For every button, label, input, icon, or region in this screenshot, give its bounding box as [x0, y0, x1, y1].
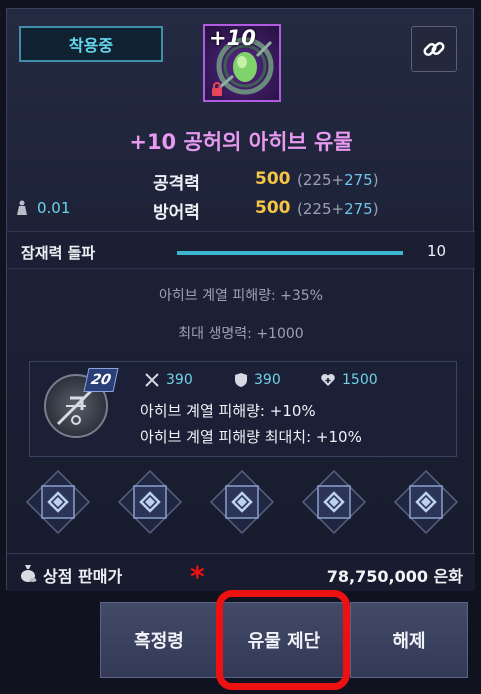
- rune-slot-icon: [393, 469, 459, 535]
- defense-detail: (225+275): [297, 200, 379, 218]
- potential-bar: [177, 251, 403, 255]
- rune-slot[interactable]: [209, 469, 275, 535]
- lock-icon: [212, 82, 222, 96]
- skill-defense-stat: 390: [234, 372, 281, 388]
- defense-value: 500: [255, 198, 291, 218]
- black-spirit-button[interactable]: 흑정령: [100, 602, 218, 678]
- skill-defense-value: 390: [254, 372, 281, 388]
- rune-slot-icon: [301, 469, 367, 535]
- shop-price-row: 상점 판매가 78,750,000 은화: [7, 553, 475, 591]
- skill-attack-value: 390: [166, 372, 193, 388]
- skill-attack-stat: 390: [144, 372, 193, 388]
- attack-label: 공격력: [153, 174, 200, 194]
- red-highlight-circle: [216, 590, 350, 690]
- red-asterisk-mark: *: [190, 560, 205, 593]
- skill-effect-line-2: 아히브 계열 피해량 최대치: +10%: [140, 428, 362, 446]
- potential-value: 10: [427, 242, 447, 260]
- link-button[interactable]: [411, 26, 457, 72]
- potential-bar-fill: [177, 251, 403, 255]
- shop-price-label: 상점 판매가: [43, 567, 123, 586]
- rune-slot[interactable]: [393, 469, 459, 535]
- rune-slot-icon: [25, 469, 91, 535]
- item-icon[interactable]: +10: [203, 24, 281, 102]
- equipped-badge: 착용중: [19, 26, 163, 62]
- attack-detail: (225+275): [297, 171, 379, 189]
- attack-value: 500: [255, 169, 291, 189]
- item-tooltip-panel: 착용중 +10 +10 공허의 아히브 유물 공격력 500 (225+275)…: [6, 8, 475, 591]
- heart-plus-icon: [321, 374, 335, 386]
- rune-slot[interactable]: [117, 469, 183, 535]
- blackspirit-skill-box: 20 390 390 1500 아히브 계열 피해량: +10% 아히브 계열 …: [29, 361, 457, 457]
- money-bag-icon: [21, 565, 37, 582]
- enhance-level-label: +10: [209, 26, 256, 50]
- item-name: +10 공허의 아히브 유물: [129, 130, 353, 154]
- potential-breakthrough-row: 잠재력 돌파 10: [7, 231, 475, 269]
- unequip-button[interactable]: 해제: [350, 602, 468, 678]
- option-line-1: 아히브 계열 피해량: +35%: [159, 288, 323, 304]
- weight-info: 0.01: [15, 199, 70, 217]
- defense-label: 방어력: [153, 203, 200, 223]
- rune-slot-icon: [209, 469, 275, 535]
- option-line-2: 최대 생명력: +1000: [178, 326, 304, 342]
- crossed-swords-icon: [145, 373, 159, 387]
- chain-link-icon: [423, 41, 445, 57]
- skill-hp-value: 1500: [342, 372, 378, 388]
- skill-level-badge: 20: [83, 368, 119, 392]
- rune-slot[interactable]: [25, 469, 91, 535]
- rune-slot[interactable]: [301, 469, 367, 535]
- potential-label: 잠재력 돌파: [21, 244, 96, 262]
- shop-price-value: 78,750,000 은화: [326, 567, 463, 586]
- skill-effect-line-1: 아히브 계열 피해량: +10%: [140, 402, 316, 420]
- rune-slot-row: [21, 465, 461, 539]
- shield-icon: [235, 373, 247, 387]
- weight-value: 0.01: [37, 199, 71, 217]
- skill-hp-stat: 1500: [320, 372, 378, 388]
- rune-slot-icon: [117, 469, 183, 535]
- weight-icon: [17, 200, 27, 215]
